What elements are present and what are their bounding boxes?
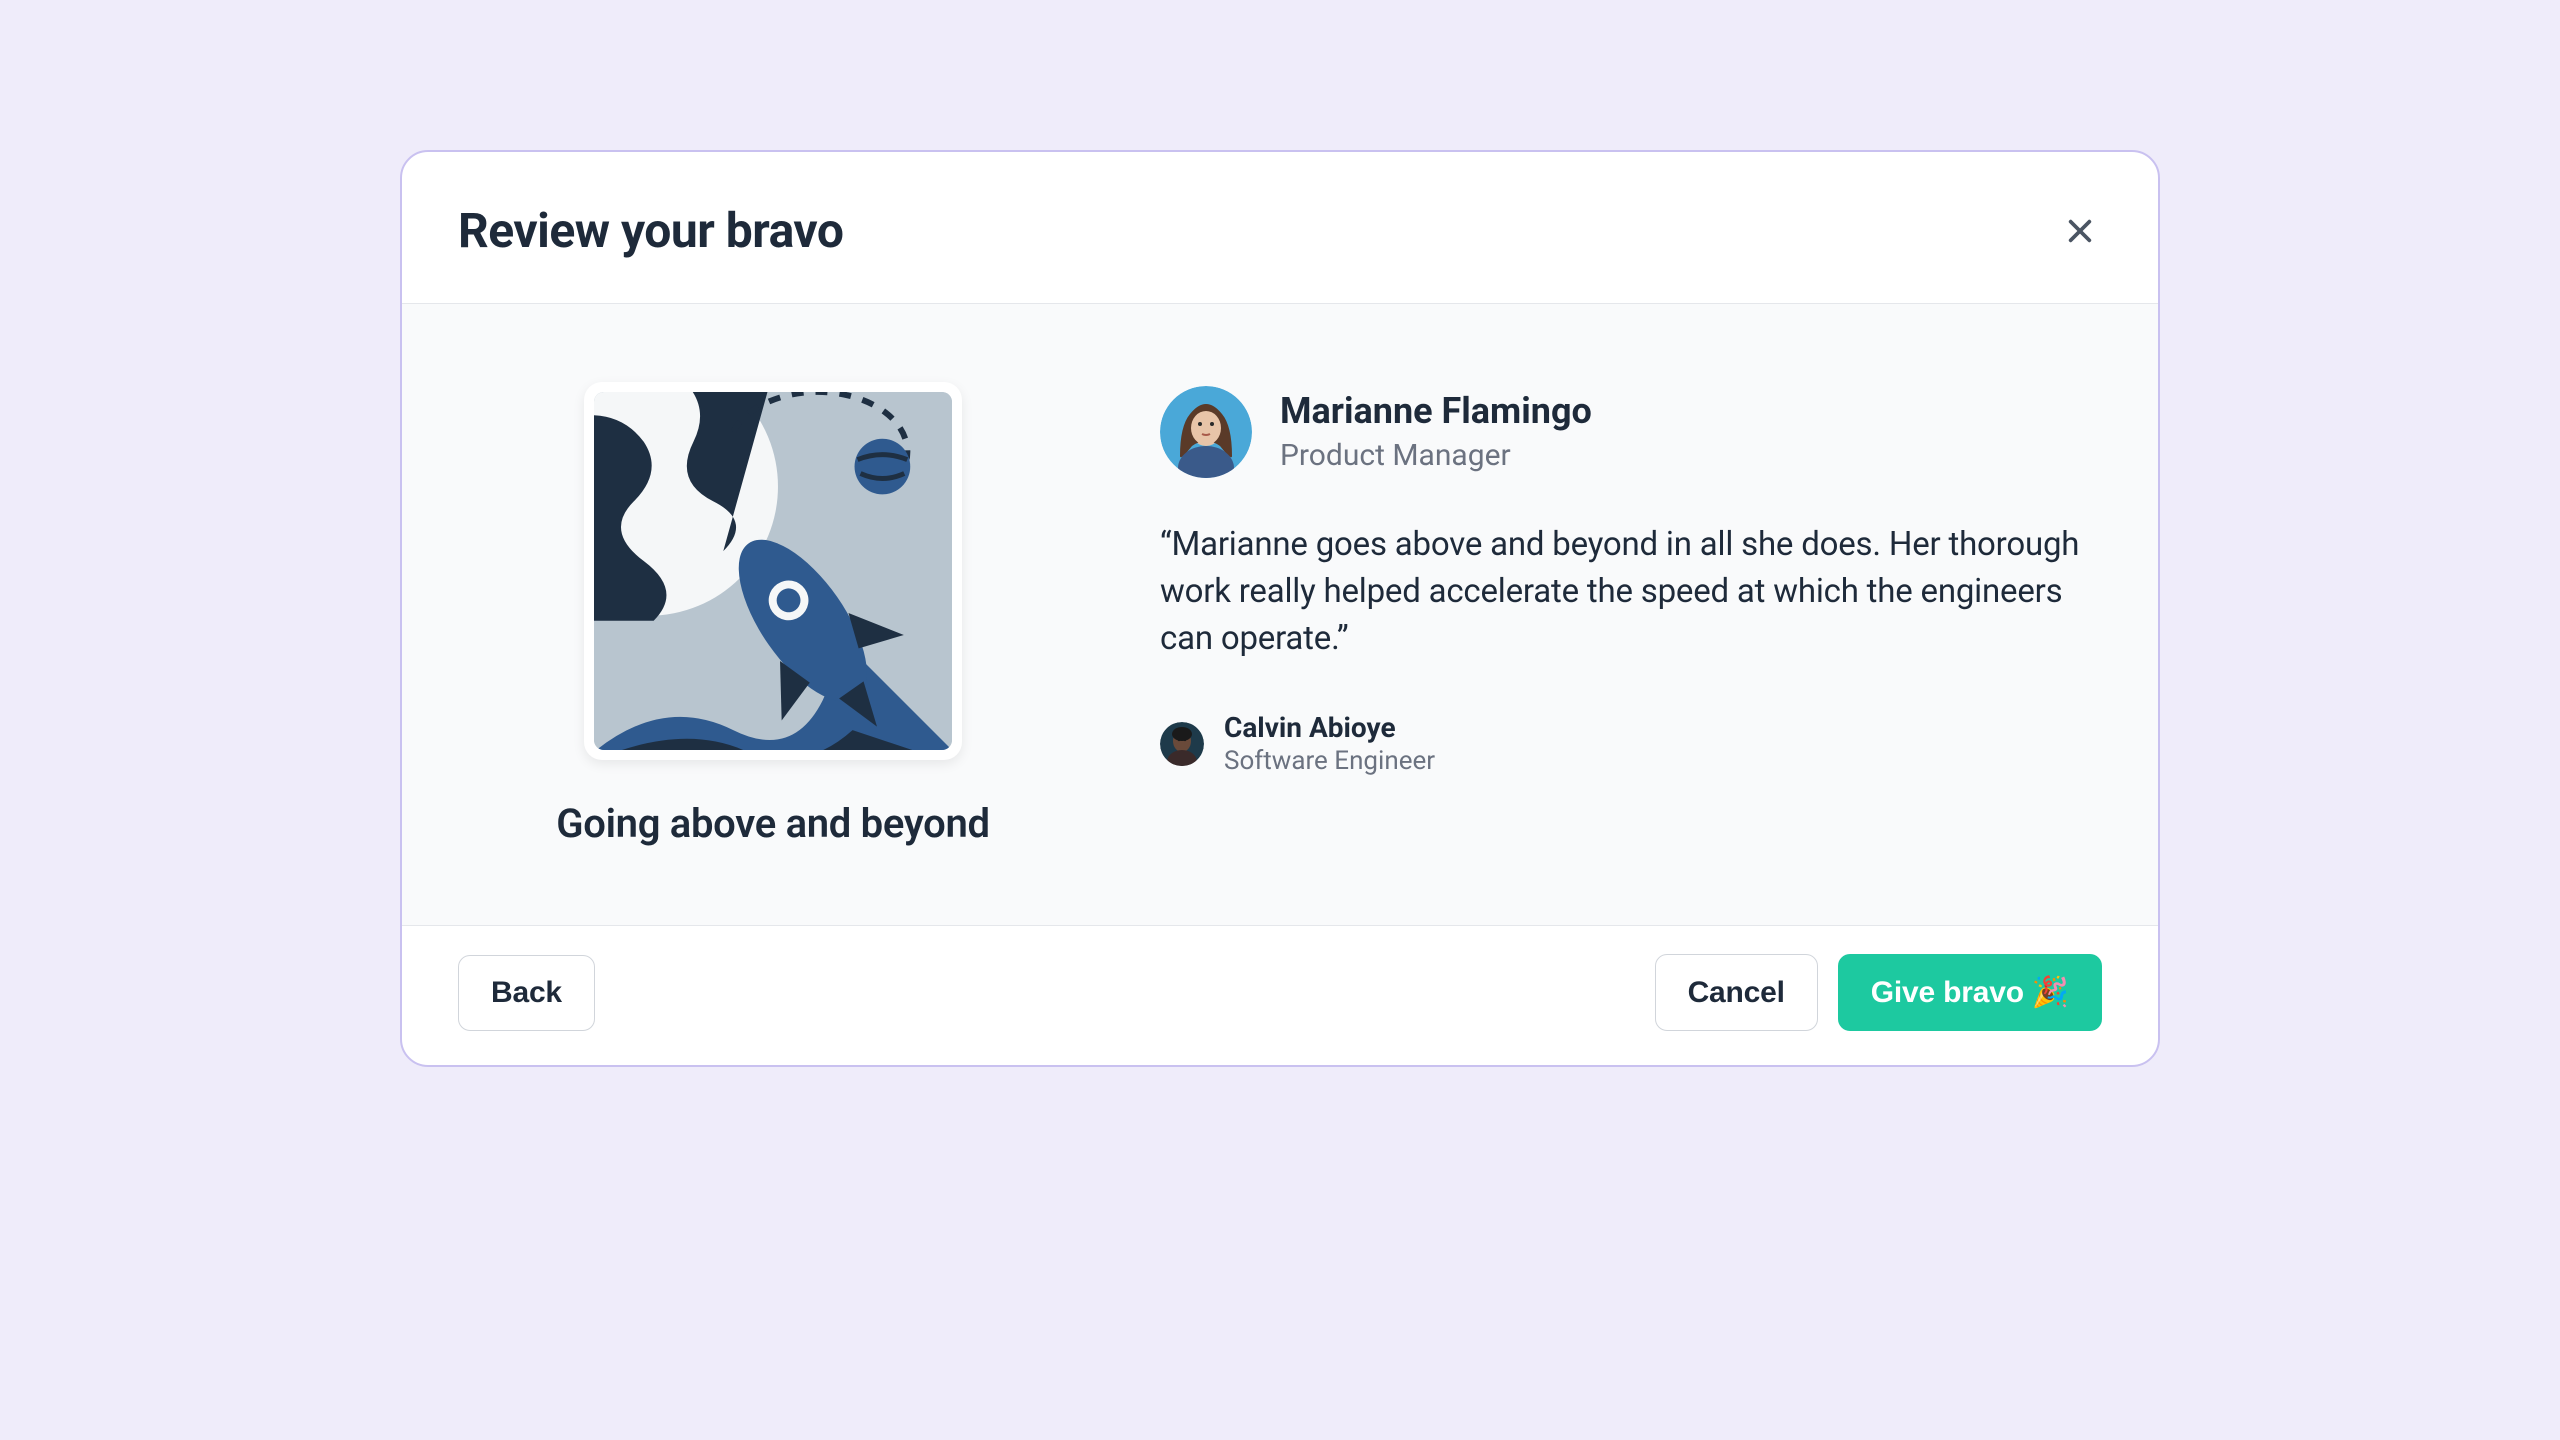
modal-title: Review your bravo	[458, 202, 843, 259]
back-button[interactable]: Back	[458, 955, 595, 1031]
celebration-icon: 🎉	[2032, 975, 2069, 1010]
modal-header: Review your bravo	[402, 152, 2158, 304]
modal-body: Going above and beyond Marianne Flamingo…	[402, 304, 2158, 925]
badge-title: Going above and beyond	[556, 800, 989, 847]
recipient-row: Marianne Flamingo Product Manager	[1160, 386, 2102, 478]
badge-card	[584, 382, 962, 760]
recipient-name: Marianne Flamingo	[1280, 390, 1592, 433]
bravo-quote: “Marianne goes above and beyond in all s…	[1160, 522, 2102, 663]
recipient-info: Marianne Flamingo Product Manager	[1280, 390, 1592, 473]
give-bravo-button[interactable]: Give bravo 🎉	[1838, 954, 2102, 1031]
close-button[interactable]	[2058, 209, 2102, 253]
recipient-title: Product Manager	[1280, 438, 1592, 474]
cancel-button[interactable]: Cancel	[1655, 954, 1818, 1031]
give-bravo-label: Give bravo	[1871, 976, 2024, 1010]
modal-footer: Back Cancel Give bravo 🎉	[402, 925, 2158, 1065]
footer-right: Cancel Give bravo 🎉	[1655, 954, 2102, 1031]
sender-row: Calvin Abioye Software Engineer	[1160, 711, 2102, 778]
sender-name: Calvin Abioye	[1224, 711, 1435, 745]
rocket-badge-illustration	[594, 392, 952, 750]
close-icon	[2064, 215, 2096, 247]
sender-info: Calvin Abioye Software Engineer	[1224, 711, 1435, 778]
sender-avatar	[1160, 722, 1204, 766]
sender-title: Software Engineer	[1224, 746, 1435, 777]
badge-section: Going above and beyond	[458, 382, 1088, 847]
content-section: Marianne Flamingo Product Manager “Maria…	[1160, 382, 2102, 847]
review-bravo-modal: Review your bravo	[400, 150, 2160, 1067]
recipient-avatar	[1160, 386, 1252, 478]
